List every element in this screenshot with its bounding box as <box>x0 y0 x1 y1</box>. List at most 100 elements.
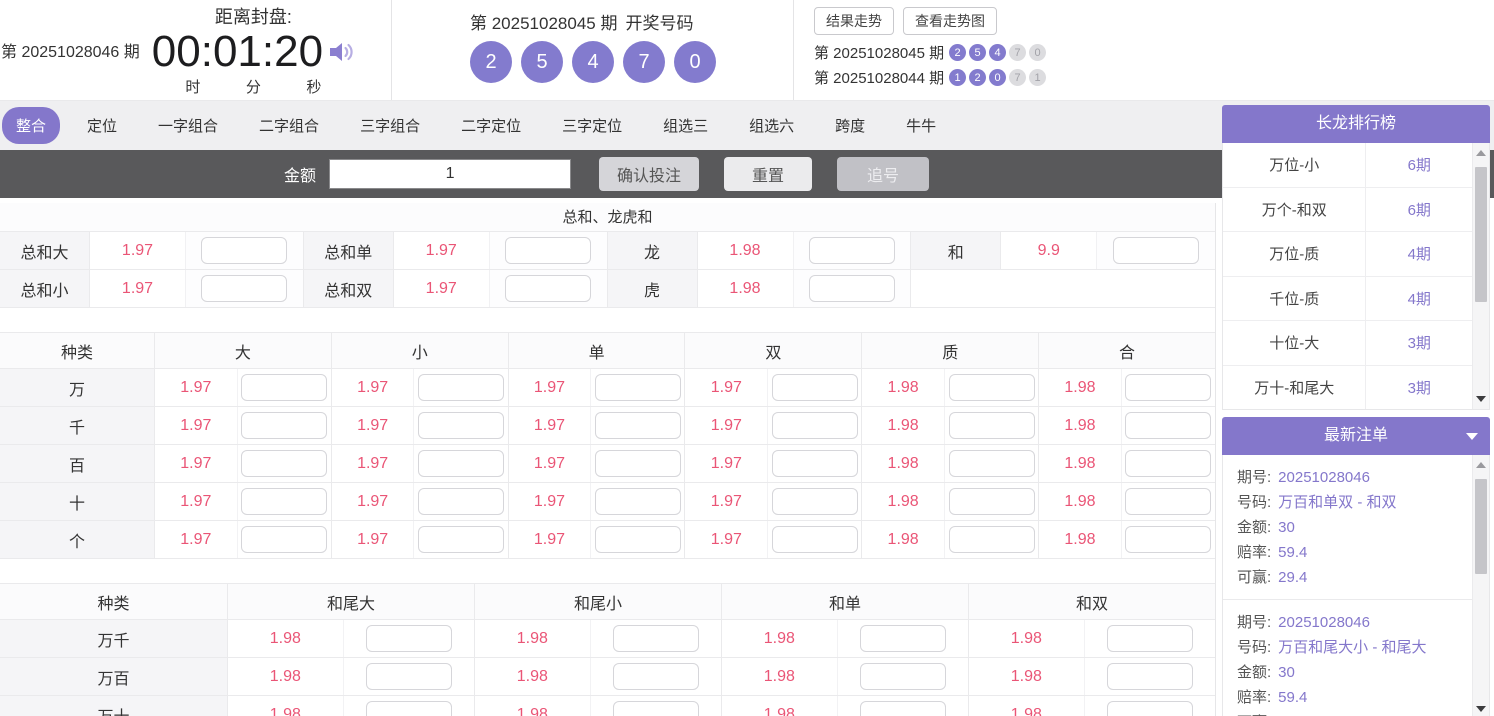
history-ball: 0 <box>989 69 1007 86</box>
bet-input-万百-和单[interactable] <box>859 663 946 690</box>
order-field-label: 号码: <box>1237 639 1272 656</box>
dragon-streak: 4期 <box>1407 290 1431 308</box>
bet-input-十-单[interactable] <box>594 488 681 515</box>
bet-input-十-小[interactable] <box>418 488 505 515</box>
bet-input-百-单[interactable] <box>594 450 681 477</box>
bet-input-万十-和尾小[interactable] <box>612 701 699 716</box>
scroll-down-icon[interactable] <box>1473 701 1489 716</box>
amount-input[interactable] <box>329 159 572 189</box>
confirm-bet-button[interactable]: 确认投注 <box>599 157 700 191</box>
bet-input-万十-和双[interactable] <box>1106 701 1193 716</box>
input-cell <box>945 374 1038 401</box>
tab-牛牛[interactable]: 牛牛 <box>892 107 950 144</box>
dragon-row[interactable]: 万十-和尾大 3期 <box>1223 365 1472 409</box>
bet-input-个-单[interactable] <box>594 526 681 553</box>
dragon-row[interactable]: 万位-小 6期 <box>1223 143 1472 188</box>
tab-跨度[interactable]: 跨度 <box>821 107 879 144</box>
input-cell <box>414 488 507 515</box>
history-issue: 第 20251028045 期 <box>814 45 945 62</box>
bet-input-虎[interactable] <box>808 275 895 302</box>
odds-cell: 1.98 <box>228 696 475 716</box>
scrollbar-thumb[interactable] <box>1475 479 1487 574</box>
odds-value: 1.97 <box>685 445 769 482</box>
view-trend-chart-button[interactable]: 查看走势图 <box>903 7 997 35</box>
dragon-name: 万个-和双 <box>1223 187 1367 231</box>
bet-input-万十-和单[interactable] <box>859 701 946 716</box>
scroll-down-icon[interactable] <box>1473 391 1489 407</box>
bet-input-千-大[interactable] <box>241 412 328 439</box>
tab-二字组合[interactable]: 二字组合 <box>245 107 333 144</box>
table-row: 万 1.97 1.97 1.97 1.97 1.98 1.98 <box>0 369 1215 407</box>
bet-input-万十-和尾大[interactable] <box>365 701 452 716</box>
odds-value: 1.98 <box>1039 483 1122 520</box>
dragon-panel-title: 长龙排行榜 <box>1222 105 1490 143</box>
bet-input-和[interactable] <box>1113 237 1200 264</box>
bet-input-万百-和尾小[interactable] <box>612 663 699 690</box>
bet-input-万-合[interactable] <box>1125 374 1212 401</box>
scroll-up-icon[interactable] <box>1473 457 1489 473</box>
table-header-row: 种类 和尾大 和尾小 和单 和双 <box>0 584 1215 620</box>
bet-input-总和单[interactable] <box>505 237 592 264</box>
bet-input-总和小[interactable] <box>201 275 288 302</box>
bet-input-百-双[interactable] <box>771 450 858 477</box>
bet-input-百-合[interactable] <box>1125 450 1212 477</box>
tab-二字定位[interactable]: 二字定位 <box>447 107 535 144</box>
bet-input-个-质[interactable] <box>948 526 1035 553</box>
tab-定位[interactable]: 定位 <box>73 107 131 144</box>
bet-input-十-大[interactable] <box>241 488 328 515</box>
tab-组选六[interactable]: 组选六 <box>735 107 808 144</box>
odds-cell: 1.98 <box>475 620 722 657</box>
tab-三字组合[interactable]: 三字组合 <box>346 107 434 144</box>
speaker-icon[interactable] <box>328 39 355 65</box>
bet-input-龙[interactable] <box>808 237 895 264</box>
tab-三字定位[interactable]: 三字定位 <box>548 107 636 144</box>
dragon-row[interactable]: 万位-质 4期 <box>1223 232 1472 277</box>
bet-input-万-质[interactable] <box>948 374 1035 401</box>
dragon-row[interactable]: 千位-质 4期 <box>1223 276 1472 321</box>
collapse-caret-icon[interactable] <box>1466 433 1478 440</box>
bet-input-百-大[interactable] <box>241 450 328 477</box>
tab-整合[interactable]: 整合 <box>2 107 61 144</box>
bet-input-个-小[interactable] <box>418 526 505 553</box>
bet-input-个-大[interactable] <box>241 526 328 553</box>
bet-input-万千-和单[interactable] <box>859 625 946 652</box>
dragon-scrollbar[interactable] <box>1472 143 1489 409</box>
dragon-row[interactable]: 万个-和双 6期 <box>1223 187 1472 232</box>
bet-input-总和双[interactable] <box>505 275 592 302</box>
bet-input-万千-和尾大[interactable] <box>365 625 452 652</box>
bet-input-十-合[interactable] <box>1125 488 1212 515</box>
bet-input-千-质[interactable] <box>948 412 1035 439</box>
bet-input-千-单[interactable] <box>594 412 681 439</box>
bet-input-万-双[interactable] <box>771 374 858 401</box>
bet-input-千-合[interactable] <box>1125 412 1212 439</box>
bet-input-千-双[interactable] <box>771 412 858 439</box>
tab-组选三[interactable]: 组选三 <box>649 107 722 144</box>
bet-input-万-大[interactable] <box>241 374 328 401</box>
scrollbar-thumb[interactable] <box>1475 167 1487 302</box>
bet-input-百-质[interactable] <box>948 450 1035 477</box>
reset-button[interactable]: 重置 <box>724 157 813 191</box>
odds-value: 1.97 <box>155 445 238 482</box>
bet-input-万百-和双[interactable] <box>1106 663 1193 690</box>
bet-input-百-小[interactable] <box>418 450 505 477</box>
bet-input-万-单[interactable] <box>594 374 681 401</box>
bet-input-十-质[interactable] <box>948 488 1035 515</box>
bet-input-万百-和尾大[interactable] <box>365 663 452 690</box>
bet-input-个-合[interactable] <box>1125 526 1212 553</box>
bet-input-总和大[interactable] <box>201 237 288 264</box>
orders-scrollbar[interactable] <box>1472 455 1489 716</box>
bet-input-万-小[interactable] <box>418 374 505 401</box>
bet-input-万千-和双[interactable] <box>1106 625 1193 652</box>
chase-number-button[interactable]: 追号 <box>837 157 930 191</box>
bet-input-万千-和尾小[interactable] <box>612 625 699 652</box>
dragon-row[interactable]: 十位-大 3期 <box>1223 321 1472 366</box>
bet-input-千-小[interactable] <box>418 412 505 439</box>
tab-一字组合[interactable]: 一字组合 <box>144 107 232 144</box>
result-trend-button[interactable]: 结果走势 <box>814 7 894 35</box>
order-line-number: 号码: 万百和单双 - 和双 <box>1237 490 1472 515</box>
input-cell <box>591 663 721 690</box>
bet-input-十-双[interactable] <box>771 488 858 515</box>
odds-value: 1.97 <box>685 369 769 406</box>
scroll-up-icon[interactable] <box>1473 145 1489 161</box>
bet-input-个-双[interactable] <box>771 526 858 553</box>
